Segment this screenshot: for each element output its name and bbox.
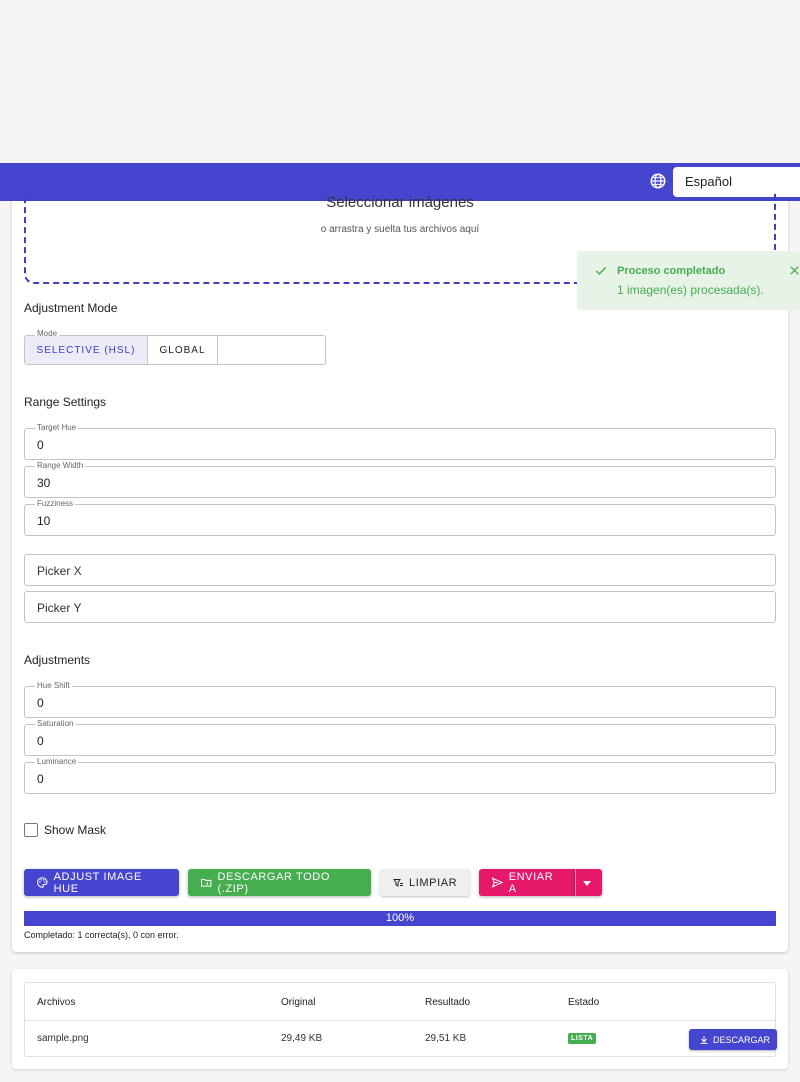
globe-icon[interactable]: [649, 172, 667, 190]
hue-shift-value: 0: [37, 696, 44, 710]
toast-message: 1 imagen(es) procesada(s).: [617, 283, 764, 297]
clear-label: LIMPIAR: [409, 876, 458, 889]
adjustments-heading: Adjustments: [24, 653, 91, 667]
fuzziness-field[interactable]: Fuzziness 10: [24, 499, 776, 536]
progress-bar: 100%: [24, 911, 776, 926]
folder-zip-icon: [201, 878, 212, 887]
row-result-size: 29,51 KB: [425, 1033, 467, 1044]
picker-y-placeholder: Picker Y: [37, 601, 82, 615]
clear-button[interactable]: LIMPIAR: [380, 869, 470, 896]
clear-list-icon: [393, 878, 403, 887]
picker-y-field[interactable]: Picker Y: [24, 591, 776, 623]
adjustment-mode-heading: Adjustment Mode: [24, 301, 118, 315]
download-zip-label: DESCARGAR TODO (.ZIP): [217, 870, 330, 895]
progress-label: 100%: [385, 912, 415, 924]
luminance-value: 0: [37, 772, 44, 786]
luminance-label: Luminance: [35, 757, 79, 767]
progress-status: Completado: 1 correcta(s), 0 con error.: [24, 930, 179, 940]
dropzone-subtitle: o arrastra y suelta tus archivos aquí: [320, 224, 480, 235]
send-to-button[interactable]: ENVIAR A: [479, 869, 575, 896]
header-archivos: Archivos: [37, 997, 76, 1008]
table-divider: [25, 1020, 775, 1021]
target-hue-field[interactable]: Target Hue 0: [24, 423, 776, 460]
header-estado: Estado: [568, 997, 600, 1008]
row-file-name: sample.png: [37, 1033, 89, 1044]
range-width-field[interactable]: Range Width 30: [24, 461, 776, 498]
status-badge: LISTA: [568, 1033, 597, 1044]
results-table: Archivos Original Resultado Estado sampl…: [24, 982, 777, 1057]
range-settings-heading: Range Settings: [24, 395, 107, 409]
luminance-field[interactable]: Luminance 0: [24, 757, 776, 794]
show-mask-label: Show Mask: [44, 823, 107, 837]
mode-global-button[interactable]: GLOBAL: [148, 336, 218, 364]
palette-icon: [37, 877, 48, 888]
target-hue-value: 0: [37, 438, 44, 452]
success-toast: Proceso completado 1 imagen(es) procesad…: [577, 251, 800, 310]
range-width-label: Range Width: [35, 461, 86, 471]
download-button[interactable]: DESCARGAR: [689, 1029, 777, 1050]
send-to-menu-button[interactable]: [575, 869, 602, 896]
fuzziness-value: 10: [37, 514, 51, 528]
saturation-label: Saturation: [35, 719, 76, 729]
picker-x-field[interactable]: Picker X: [24, 554, 776, 586]
show-mask-checkbox[interactable]: [24, 823, 38, 837]
send-to-label: ENVIAR A: [508, 870, 554, 895]
adjust-image-hue-button[interactable]: ADJUST IMAGE HUE: [24, 869, 179, 896]
picker-x-placeholder: Picker X: [37, 564, 82, 578]
caret-down-icon: [582, 880, 591, 886]
download-label: DESCARGAR: [713, 1034, 771, 1045]
results-card: Archivos Original Resultado Estado sampl…: [12, 969, 788, 1069]
saturation-field[interactable]: Saturation 0: [24, 719, 776, 756]
download-zip-button[interactable]: DESCARGAR TODO (.ZIP): [188, 869, 371, 896]
mode-selective-button[interactable]: SELECTIVE (HSL): [25, 336, 148, 364]
send-icon: [491, 877, 504, 888]
target-hue-label: Target Hue: [35, 423, 79, 433]
check-icon: [595, 266, 607, 275]
range-width-value: 30: [37, 476, 51, 490]
adjust-image-hue-label: ADJUST IMAGE HUE: [53, 870, 142, 895]
dropzone-title: Seleccionar imágenes: [326, 194, 474, 211]
fuzziness-label: Fuzziness: [35, 499, 76, 509]
header-resultado: Resultado: [425, 997, 471, 1008]
close-icon[interactable]: [788, 264, 800, 277]
download-icon: [700, 1035, 708, 1044]
saturation-value: 0: [37, 734, 44, 748]
hue-shift-label: Hue Shift: [35, 681, 72, 691]
row-original-size: 29,49 KB: [281, 1033, 323, 1044]
header-original: Original: [281, 997, 316, 1008]
hue-shift-field[interactable]: Hue Shift 0: [24, 681, 776, 718]
editor-card: Seleccionar imágenes o arrastra y suelta…: [12, 193, 788, 952]
toast-title: Proceso completado: [617, 265, 726, 277]
mode-toggle-group: Mode SELECTIVE (HSL) GLOBAL: [24, 329, 326, 365]
